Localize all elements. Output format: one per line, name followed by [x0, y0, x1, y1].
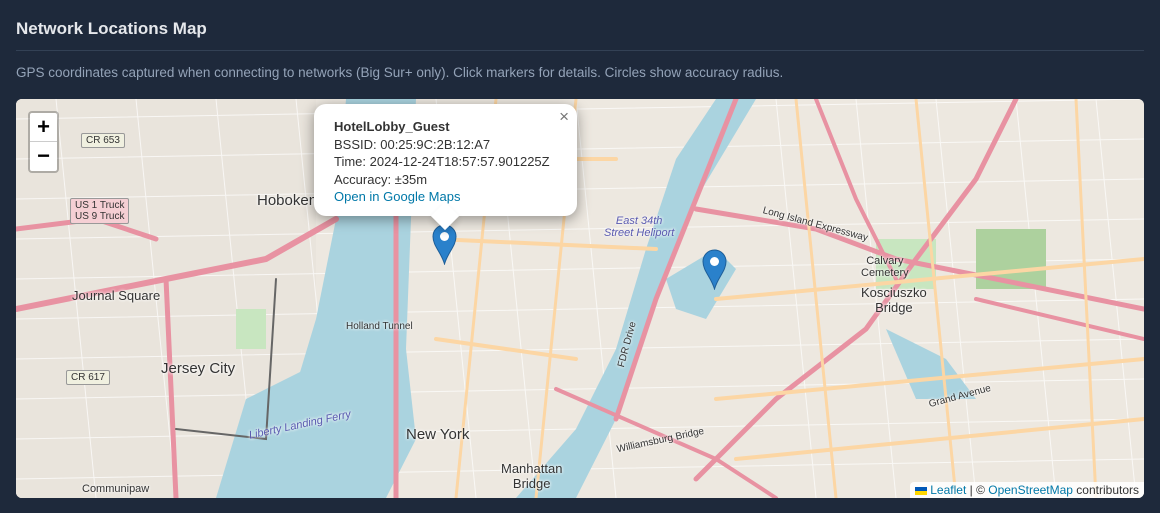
popup-bssid: BSSID: 00:25:9C:2B:12:A7 [334, 136, 491, 152]
map-label-heliport: East 34th Street Heliport [604, 215, 675, 239]
divider [16, 50, 1144, 51]
google-maps-link[interactable]: Open in Google Maps [334, 189, 460, 204]
map-label-kosciuszko: Kosciuszko Bridge [861, 285, 927, 315]
map-label-communipaw: Communipaw [82, 483, 150, 495]
marker-popup: × HotelLobby_Guest BSSID: 00:25:9C:2B:12… [314, 104, 577, 231]
map-label-hoboken: Hoboken [257, 192, 318, 209]
leaflet-link[interactable]: Leaflet [930, 483, 966, 497]
map-label-holland-tunnel: Holland Tunnel [346, 321, 413, 332]
map-tiles[interactable] [16, 99, 1144, 498]
popup-time: Time: 2024-12-24T18:57:57.901225Z [334, 154, 550, 169]
road-shield-us1: US 1 Truck US 9 Truck [70, 198, 130, 224]
page-description: GPS coordinates captured when connecting… [16, 65, 784, 80]
map-attribution: Leaflet | © OpenStreetMap contributors [910, 482, 1144, 498]
popup-accuracy: Accuracy: ±35m [334, 171, 428, 187]
map-label-journal-square: Journal Square [72, 288, 161, 303]
attribution-contributors: contributors [1072, 483, 1139, 497]
map-label-new-york: New York [406, 426, 470, 443]
attribution-separator: | © [966, 483, 989, 497]
map-label-calvary: Calvary Cemetery [861, 255, 909, 279]
map-marker-icon[interactable] [702, 249, 727, 291]
zoom-out-button[interactable]: − [30, 142, 57, 171]
map-container[interactable]: Hoboken Journal Square Jersey City New Y… [16, 99, 1144, 498]
road-shield-cr653: CR 653 [81, 133, 125, 148]
osm-link[interactable]: OpenStreetMap [988, 483, 1073, 497]
road-shield-cr617: CR 617 [66, 370, 110, 385]
map-label-manhattan-bridge: Manhattan Bridge [501, 461, 563, 491]
ukraine-flag-icon [915, 486, 928, 495]
popup-ssid: HotelLobby_Guest [334, 119, 450, 134]
zoom-control: + − [28, 111, 59, 173]
popup-close-button[interactable]: × [559, 108, 569, 126]
map-label-jersey-city: Jersey City [161, 360, 236, 377]
page-title: Network Locations Map [16, 19, 207, 38]
zoom-in-button[interactable]: + [30, 113, 57, 142]
